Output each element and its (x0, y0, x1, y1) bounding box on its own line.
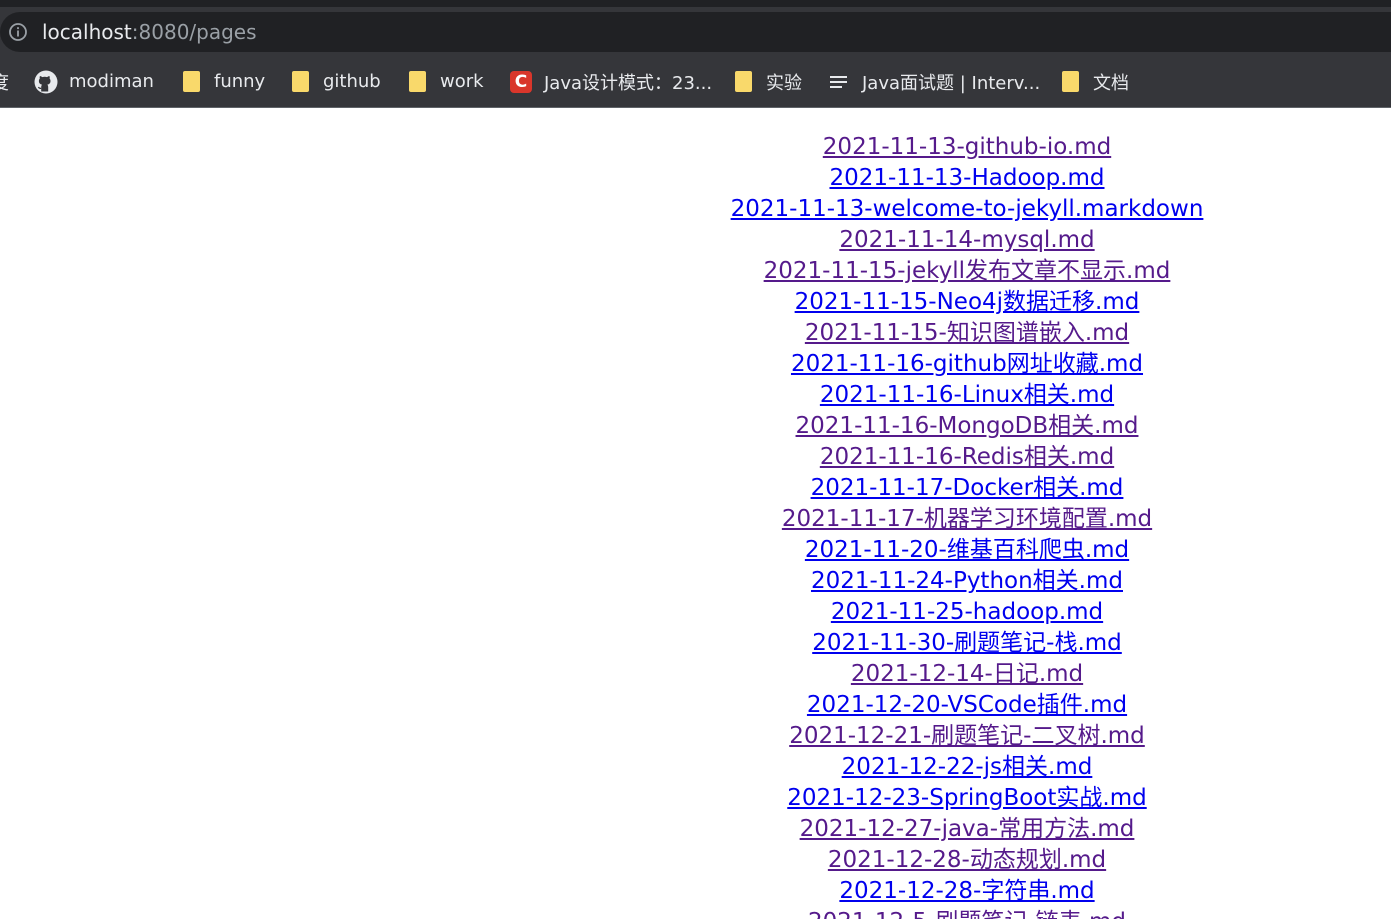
address-bar[interactable]: localhost:8080/pages (0, 12, 1391, 52)
page-link[interactable]: 2021-11-16-github网址收藏.md (542, 349, 1391, 380)
bookmark-item[interactable]: 度 (0, 56, 9, 107)
folder-icon (1058, 70, 1082, 94)
page-link[interactable]: 2021-11-17-机器学习环境配置.md (542, 504, 1391, 535)
folder-icon (405, 70, 429, 94)
url-text[interactable]: localhost:8080/pages (42, 20, 257, 44)
page-link[interactable]: 2021-12-22-js相关.md (542, 752, 1391, 783)
page-link[interactable]: 2021-12-5-刷题笔记-链表.md (542, 907, 1391, 919)
bookmark-label: Java设计模式：23... (544, 72, 713, 94)
page-link[interactable]: 2021-11-13-github-io.md (542, 132, 1391, 163)
bookmarks-bar: 度 modiman funny github work C Java设计模式：2… (0, 56, 1391, 108)
page-link[interactable]: 2021-11-16-MongoDB相关.md (542, 411, 1391, 442)
page-link[interactable]: 2021-12-20-VSCode插件.md (542, 690, 1391, 721)
bookmark-item[interactable]: modiman (34, 56, 154, 107)
bookmark-item[interactable]: funny (179, 56, 265, 107)
bookmark-label: Java面试题 | Interv... (862, 72, 1041, 94)
page-link[interactable]: 2021-12-21-刷题笔记-二叉树.md (542, 721, 1391, 752)
page-link[interactable]: 2021-11-25-hadoop.md (542, 597, 1391, 628)
page-link[interactable]: 2021-11-15-Neo4j数据迁移.md (542, 287, 1391, 318)
bookmark-item[interactable]: work (405, 56, 484, 107)
bookmark-label: work (440, 71, 484, 92)
github-icon (34, 70, 58, 94)
bookmark-label: modiman (69, 71, 154, 92)
page-link[interactable]: 2021-12-27-java-常用方法.md (542, 814, 1391, 845)
lines-icon (827, 70, 851, 94)
bookmark-label: 度 (0, 69, 9, 95)
page-link[interactable]: 2021-11-13-welcome-to-jekyll.markdown (542, 194, 1391, 225)
page-link[interactable]: 2021-11-15-知识图谱嵌入.md (542, 318, 1391, 349)
page-link[interactable]: 2021-11-24-Python相关.md (542, 566, 1391, 597)
csdn-icon: C (509, 70, 533, 94)
bookmark-item[interactable]: 文档 (1058, 56, 1129, 107)
tab-strip (0, 0, 1391, 7)
toolbar: localhost:8080/pages (0, 7, 1391, 56)
bookmark-label: github (323, 71, 381, 92)
page-link[interactable]: 2021-12-28-动态规划.md (542, 845, 1391, 876)
bookmark-label: 实验 (766, 72, 802, 94)
page-link[interactable]: 2021-11-15-jekyll发布文章不显示.md (542, 256, 1391, 287)
page-link[interactable]: 2021-11-17-Docker相关.md (542, 473, 1391, 504)
page-link[interactable]: 2021-11-20-维基百科爬虫.md (542, 535, 1391, 566)
page-content: 2021-11-13-github-io.md 2021-11-13-Hadoop… (0, 108, 1391, 919)
folder-icon (179, 70, 203, 94)
bookmark-item[interactable]: C Java设计模式：23... (509, 56, 712, 107)
bookmark-item[interactable]: Java面试题 | Interv... (827, 56, 1040, 107)
page-link[interactable]: 2021-12-23-SpringBoot实战.md (542, 783, 1391, 814)
url-path: :8080/pages (131, 20, 257, 44)
bookmark-item[interactable]: github (288, 56, 381, 107)
info-icon[interactable] (8, 22, 28, 42)
bookmark-item[interactable]: 实验 (731, 56, 802, 107)
page-link[interactable]: 2021-11-14-mysql.md (542, 225, 1391, 256)
folder-icon (288, 70, 312, 94)
folder-icon (731, 70, 755, 94)
bookmark-label: 文档 (1093, 72, 1129, 94)
url-host: localhost (42, 20, 132, 44)
page-link[interactable]: 2021-11-16-Linux相关.md (542, 380, 1391, 411)
page-link[interactable]: 2021-11-13-Hadoop.md (542, 163, 1391, 194)
page-link-list: 2021-11-13-github-io.md 2021-11-13-Hadoop… (542, 132, 1391, 919)
page-link[interactable]: 2021-11-16-Redis相关.md (542, 442, 1391, 473)
page-link[interactable]: 2021-12-14-日记.md (542, 659, 1391, 690)
page-link[interactable]: 2021-12-28-字符串.md (542, 876, 1391, 907)
page-link[interactable]: 2021-11-30-刷题笔记-栈.md (542, 628, 1391, 659)
bookmark-label: funny (214, 71, 266, 92)
